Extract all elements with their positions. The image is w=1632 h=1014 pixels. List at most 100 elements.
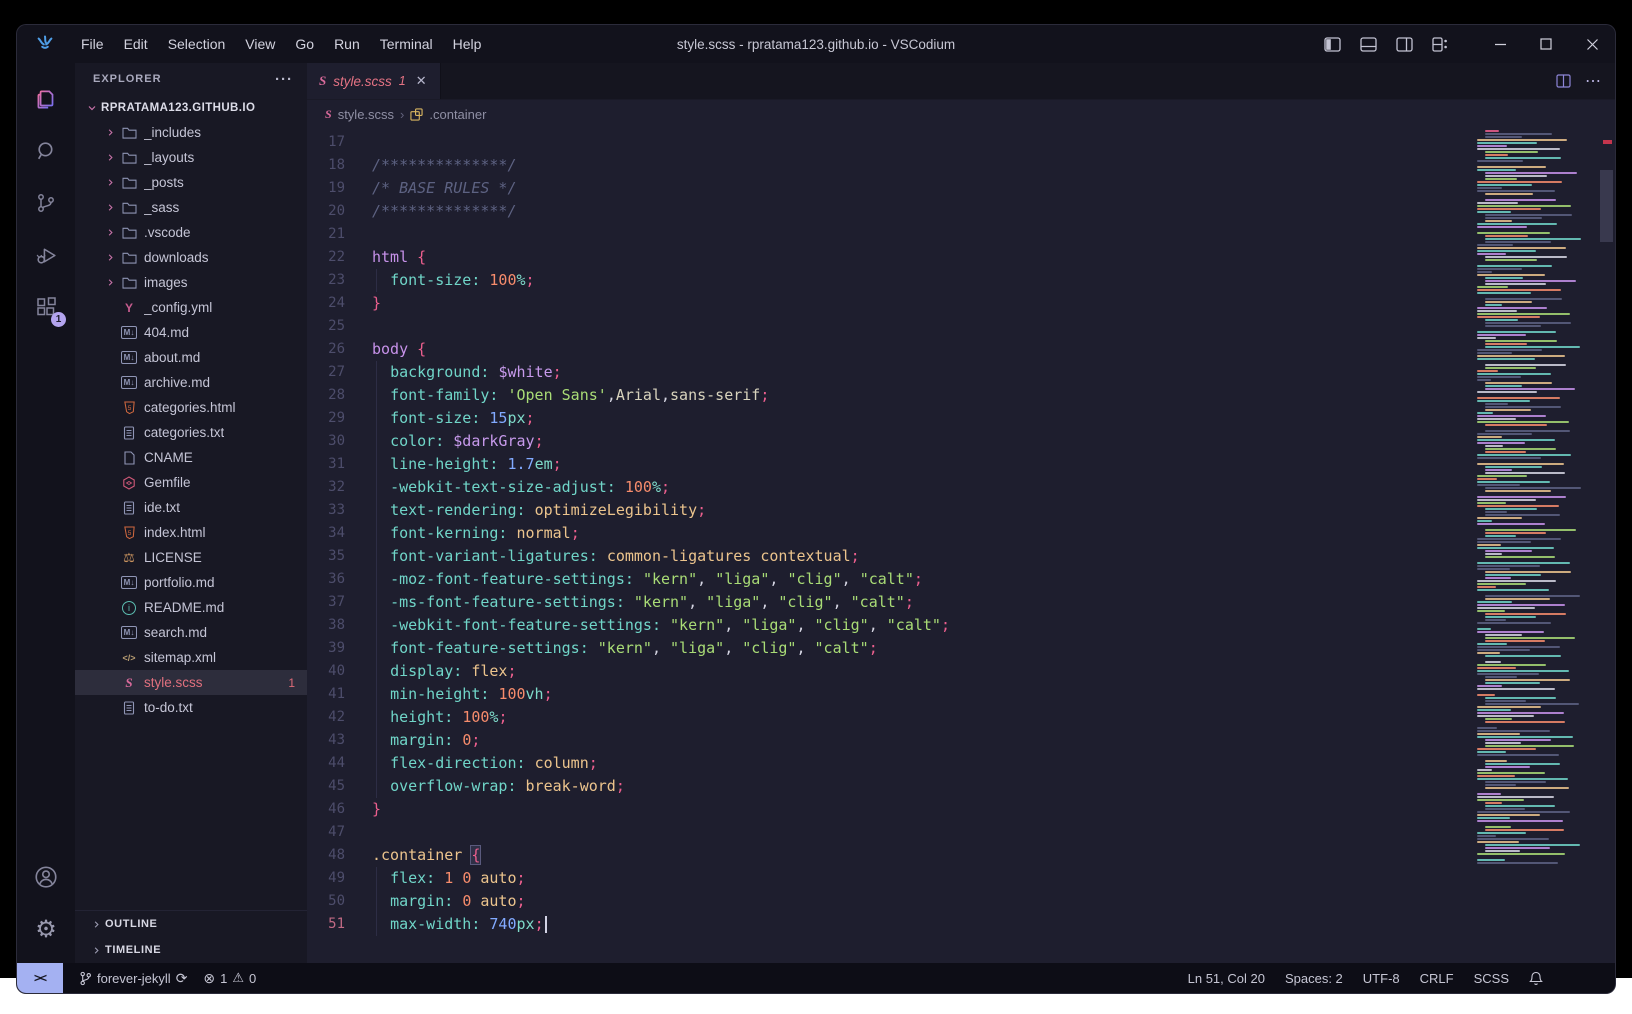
file-index-html[interactable]: 5index.html — [75, 520, 307, 545]
code-line-19[interactable]: 19/* BASE RULES */ — [307, 177, 1465, 200]
menu-go[interactable]: Go — [285, 32, 324, 56]
status-spaces[interactable]: Spaces: 2 — [1285, 971, 1343, 986]
code-line-47[interactable]: 47 — [307, 821, 1465, 844]
branch-item[interactable]: forever-jekyll ⟳ — [79, 970, 187, 987]
folder--posts[interactable]: _posts — [75, 170, 307, 195]
menu-view[interactable]: View — [235, 32, 285, 56]
file-categories-txt[interactable]: categories.txt — [75, 420, 307, 445]
code-line-24[interactable]: 24} — [307, 292, 1465, 315]
split-editor-icon[interactable] — [1556, 74, 1571, 88]
activity-settings-icon[interactable]: ⚙ — [22, 903, 70, 955]
toggle-secondary-sidebar-icon[interactable] — [1389, 31, 1419, 57]
minimap[interactable] — [1475, 130, 1597, 963]
breadcrumb-file[interactable]: style.scss — [338, 107, 394, 122]
code-line-40[interactable]: 40 display: flex; — [307, 660, 1465, 683]
code-line-20[interactable]: 20/**************/ — [307, 200, 1465, 223]
file-portfolio-md[interactable]: M↓portfolio.md — [75, 570, 307, 595]
code-line-35[interactable]: 35 font-variant-ligatures: common-ligatu… — [307, 545, 1465, 568]
activity-run-debug-icon[interactable] — [22, 229, 70, 281]
code-line-38[interactable]: 38 -webkit-font-feature-settings: "kern"… — [307, 614, 1465, 637]
remote-indicator[interactable]: >< — [17, 963, 63, 993]
code-line-25[interactable]: 25 — [307, 315, 1465, 338]
file-categories-html[interactable]: 5categories.html — [75, 395, 307, 420]
code-line-44[interactable]: 44 flex-direction: column; — [307, 752, 1465, 775]
folder--sass[interactable]: _sass — [75, 195, 307, 220]
folder-images[interactable]: images — [75, 270, 307, 295]
status-utf-8[interactable]: UTF-8 — [1363, 971, 1400, 986]
file-ide-txt[interactable]: ide.txt — [75, 495, 307, 520]
folder--vscode[interactable]: .vscode — [75, 220, 307, 245]
status-ln[interactable]: Ln 51, Col 20 — [1188, 971, 1265, 986]
code-editor[interactable]: 1718/**************/19/* BASE RULES */20… — [307, 128, 1615, 963]
code-line-18[interactable]: 18/**************/ — [307, 154, 1465, 177]
code-line-39[interactable]: 39 font-feature-settings: "kern", "liga"… — [307, 637, 1465, 660]
menu-edit[interactable]: Edit — [114, 32, 158, 56]
activity-source-control-icon[interactable] — [22, 177, 70, 229]
toggle-primary-sidebar-icon[interactable] — [1317, 31, 1347, 57]
code-line-36[interactable]: 36 -moz-font-feature-settings: "kern", "… — [307, 568, 1465, 591]
tab-close-icon[interactable]: ✕ — [413, 72, 430, 90]
code-line-50[interactable]: 50 margin: 0 auto; — [307, 890, 1465, 913]
workspace-root[interactable]: RPRATAMA123.GITHUB.IO — [75, 95, 307, 120]
sync-icon[interactable]: ⟳ — [176, 970, 188, 987]
file-gemfile[interactable]: Gemfile — [75, 470, 307, 495]
code-line-41[interactable]: 41 min-height: 100vh; — [307, 683, 1465, 706]
overview-ruler[interactable] — [1597, 128, 1615, 963]
menu-selection[interactable]: Selection — [158, 32, 236, 56]
file-license[interactable]: ⚖LICENSE — [75, 545, 307, 570]
customize-layout-icon[interactable] — [1425, 31, 1455, 57]
code-line-46[interactable]: 46} — [307, 798, 1465, 821]
code-line-29[interactable]: 29 font-size: 15px; — [307, 407, 1465, 430]
code-line-22[interactable]: 22html { — [307, 246, 1465, 269]
notifications-bell-icon[interactable] — [1529, 971, 1543, 986]
code-line-45[interactable]: 45 overflow-wrap: break-word; — [307, 775, 1465, 798]
scrollbar-thumb[interactable] — [1600, 170, 1613, 242]
code-line-33[interactable]: 33 text-rendering: optimizeLegibility; — [307, 499, 1465, 522]
section-outline[interactable]: OUTLINE — [75, 911, 307, 937]
file-404-md[interactable]: M↓404.md — [75, 320, 307, 345]
editor-more-actions-icon[interactable]: ⋯ — [1585, 71, 1601, 91]
status-crlf[interactable]: CRLF — [1420, 971, 1454, 986]
folder--layouts[interactable]: _layouts — [75, 145, 307, 170]
code-line-49[interactable]: 49 flex: 1 0 auto; — [307, 867, 1465, 890]
code-line-48[interactable]: 48.container { — [307, 844, 1465, 867]
folder--includes[interactable]: _includes — [75, 120, 307, 145]
file-cname[interactable]: CNAME — [75, 445, 307, 470]
code-line-42[interactable]: 42 height: 100%; — [307, 706, 1465, 729]
toggle-panel-icon[interactable] — [1353, 31, 1383, 57]
activity-accounts-icon[interactable] — [22, 851, 70, 903]
problems-item[interactable]: ⊗ 1 ⚠ 0 — [203, 970, 256, 987]
minimize-button[interactable] — [1477, 25, 1523, 63]
menu-run[interactable]: Run — [324, 32, 370, 56]
status-scss[interactable]: SCSS — [1474, 971, 1509, 986]
maximize-button[interactable] — [1523, 25, 1569, 63]
menu-terminal[interactable]: Terminal — [370, 32, 443, 56]
activity-explorer-icon[interactable] — [22, 73, 70, 125]
file-to-do-txt[interactable]: to-do.txt — [75, 695, 307, 720]
file--config-yml[interactable]: Y_config.yml — [75, 295, 307, 320]
section-timeline[interactable]: TIMELINE — [75, 937, 307, 963]
code-line-34[interactable]: 34 font-kerning: normal; — [307, 522, 1465, 545]
code-line-28[interactable]: 28 font-family: 'Open Sans',Arial,sans-s… — [307, 384, 1465, 407]
close-button[interactable] — [1569, 25, 1615, 63]
activity-search-icon[interactable] — [22, 125, 70, 177]
file-about-md[interactable]: M↓about.md — [75, 345, 307, 370]
explorer-header[interactable]: EXPLORER ··· — [75, 63, 307, 95]
file-search-md[interactable]: M↓search.md — [75, 620, 307, 645]
code-line-26[interactable]: 26body { — [307, 338, 1465, 361]
file-archive-md[interactable]: M↓archive.md — [75, 370, 307, 395]
explorer-more-icon[interactable]: ··· — [275, 71, 293, 88]
code-line-43[interactable]: 43 margin: 0; — [307, 729, 1465, 752]
breadcrumb-symbol[interactable]: .container — [429, 107, 486, 122]
file-sitemap-xml[interactable]: </>sitemap.xml — [75, 645, 307, 670]
activity-extensions-icon[interactable]: 1 — [22, 281, 70, 333]
file-readme-md[interactable]: iREADME.md — [75, 595, 307, 620]
code-line-21[interactable]: 21 — [307, 223, 1465, 246]
code-line-30[interactable]: 30 color: $darkGray; — [307, 430, 1465, 453]
menu-help[interactable]: Help — [443, 32, 492, 56]
code-line-31[interactable]: 31 line-height: 1.7em; — [307, 453, 1465, 476]
code-line-37[interactable]: 37 -ms-font-feature-settings: "kern", "l… — [307, 591, 1465, 614]
menu-file[interactable]: File — [71, 32, 114, 56]
code-line-27[interactable]: 27 background: $white; — [307, 361, 1465, 384]
file-style-scss[interactable]: Sstyle.scss1 — [75, 670, 307, 695]
